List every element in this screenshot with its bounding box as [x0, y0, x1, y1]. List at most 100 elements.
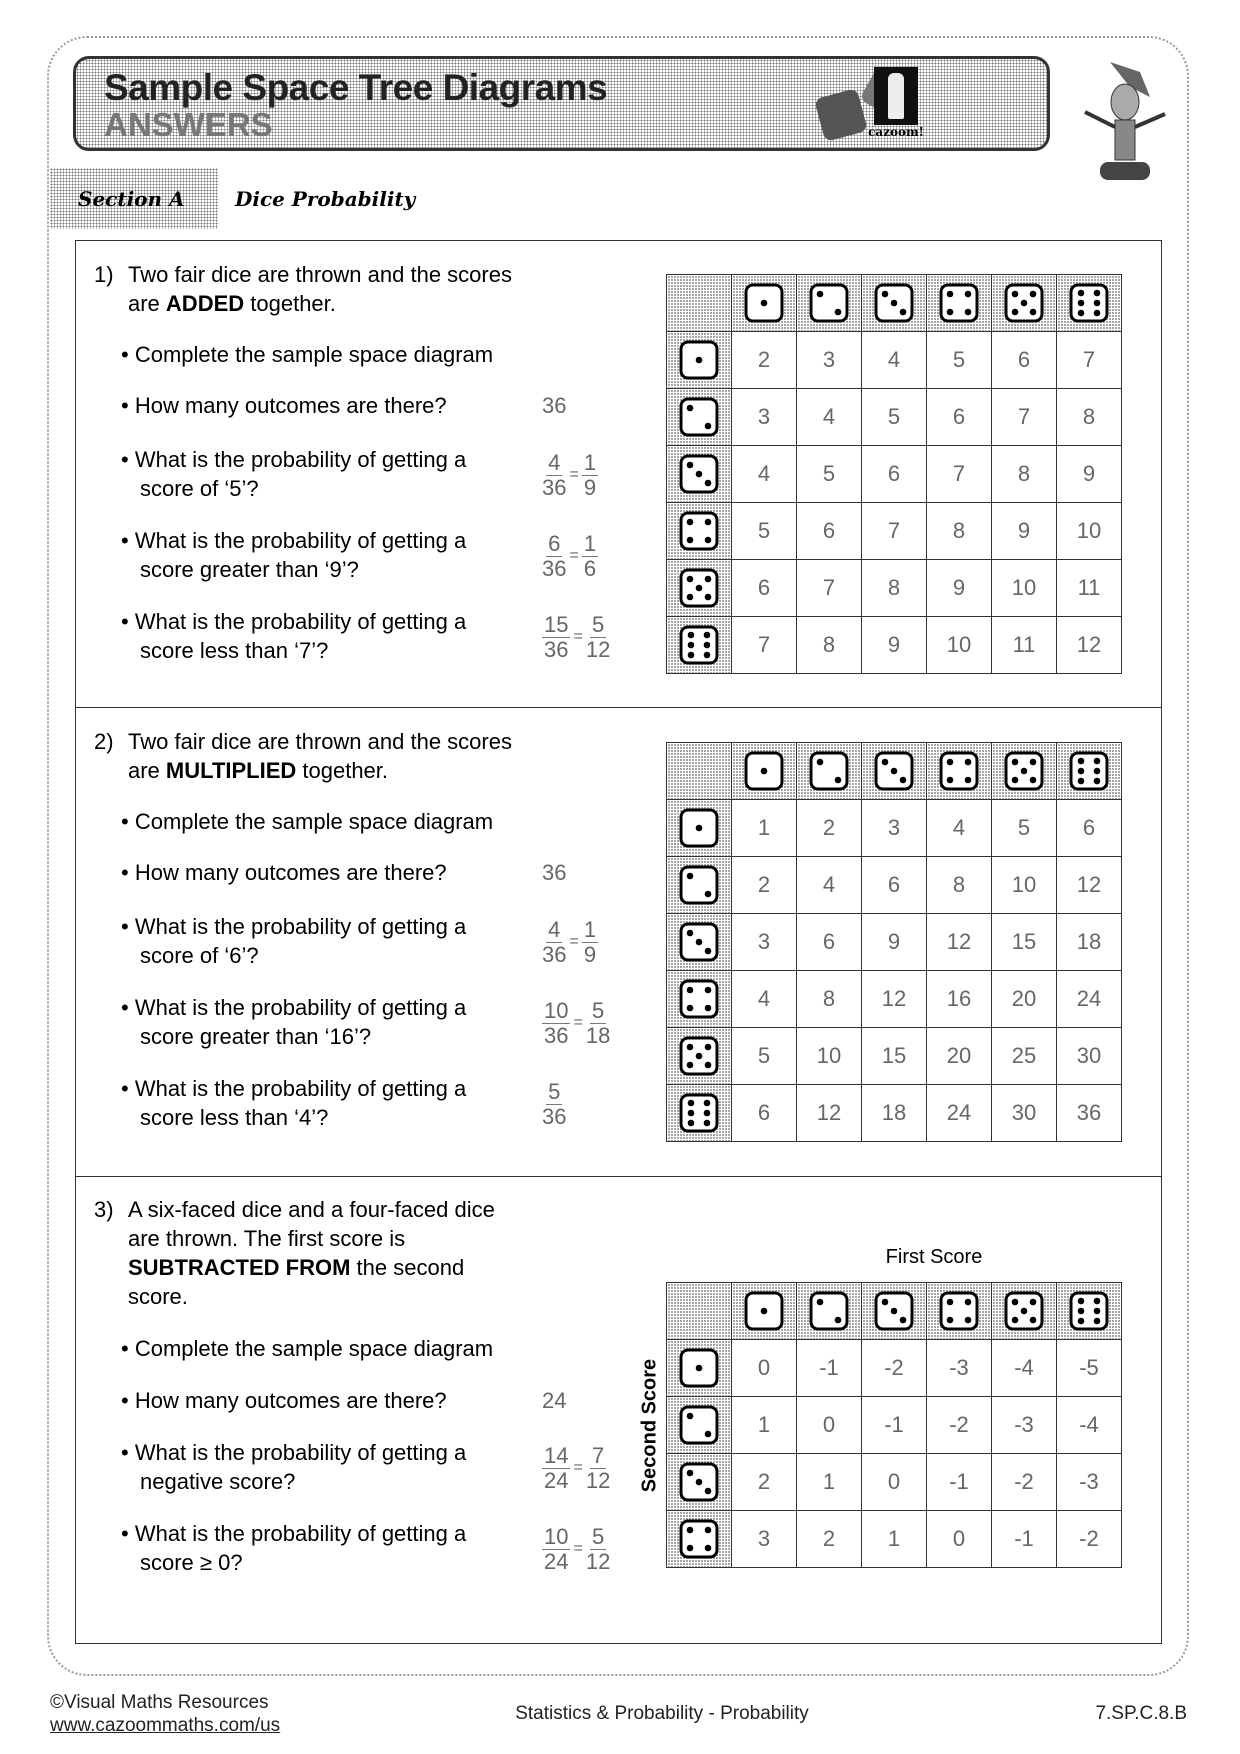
- table-cell: 7: [926, 445, 992, 503]
- column-header-cell: [926, 1282, 992, 1340]
- table-cell: 12: [861, 970, 927, 1028]
- table-cell: 5: [926, 331, 992, 389]
- question-text: 3) A six-faced dice and a four-faced dice…: [94, 1195, 514, 1315]
- table-row: 234567: [666, 331, 1122, 389]
- table-cell: -1: [861, 1396, 927, 1454]
- section-label: Section A: [78, 187, 185, 211]
- dice-face-5-icon: [1004, 751, 1044, 791]
- numerator: 1: [581, 530, 599, 557]
- table-row: 4 8 12 16 20 24: [666, 970, 1122, 1028]
- table-cell: 6: [861, 856, 927, 914]
- row-header-cell: [666, 616, 732, 674]
- bullet-item: • How many outcomes are there?: [121, 393, 447, 418]
- table-cell: 8: [796, 970, 862, 1028]
- table-cell: 4: [796, 856, 862, 914]
- table-cell: 4: [731, 445, 797, 503]
- row-header-cell: [666, 1396, 732, 1454]
- table-cell: 6: [731, 559, 797, 617]
- question-1: 1) Two fair dice are thrown and the score…: [94, 240, 1154, 700]
- dice-face-1-icon: [679, 808, 719, 848]
- table-cell: 6: [731, 1084, 797, 1142]
- fraction: 5 12: [585, 612, 611, 662]
- numerator: 4: [546, 916, 563, 943]
- row-header-cell: [666, 1027, 732, 1085]
- sample-space-table: 1 2 3 4 5 6 2 4 6 8 10 12 3 6 9 12 15 18 4 8 12 16 20 24 5 10 15 20…: [666, 742, 1122, 1142]
- corner-cell: [666, 742, 732, 800]
- equals-sign: =: [569, 466, 579, 483]
- question-body: Two fair dice are thrown and the scores …: [128, 727, 528, 785]
- table-cell: 7: [796, 559, 862, 617]
- table-cell: 5: [731, 502, 797, 560]
- denominator: 36: [542, 1103, 567, 1129]
- table-cell: 30: [991, 1084, 1057, 1142]
- equals-sign: =: [573, 1014, 583, 1031]
- column-header-cell: [991, 1282, 1057, 1340]
- dice-face-1-icon: [744, 283, 784, 323]
- table-cell: 1: [796, 1453, 862, 1511]
- fraction: 7 12: [585, 1442, 611, 1493]
- bullet-item: • What is the probability of getting a s…: [121, 447, 467, 501]
- table-cell: 6: [861, 445, 927, 503]
- denominator: 36: [542, 555, 567, 581]
- table-cell: 3: [861, 799, 927, 857]
- table-row: 456789: [666, 445, 1122, 503]
- dice-face-4-icon: [679, 979, 719, 1019]
- table-cell: 30: [1056, 1027, 1122, 1085]
- dice-face-3-icon: [874, 751, 914, 791]
- table-cell: 7: [991, 388, 1057, 446]
- table-cell: 8: [796, 616, 862, 674]
- column-header-cell: [796, 274, 862, 332]
- denominator: 12: [585, 636, 611, 662]
- bullet-item: • What is the probability of getting a s…: [121, 914, 467, 968]
- table-cell: 9: [1056, 445, 1122, 503]
- table-row: 123456: [666, 799, 1122, 857]
- bullet-item: • Complete the sample space diagram: [121, 809, 494, 834]
- dice-face-5-icon: [679, 568, 719, 608]
- table-cell: 12: [926, 913, 992, 971]
- table-cell: -1: [926, 1453, 992, 1511]
- denominator: 12: [585, 1467, 611, 1493]
- numerator: 1: [581, 916, 599, 943]
- table-cell: 8: [861, 559, 927, 617]
- fraction: 5 36: [542, 1079, 567, 1129]
- table-cell: 0: [926, 1510, 992, 1568]
- table-row: 0 -1 -2 -3 -4 -5: [666, 1339, 1122, 1397]
- column-header-cell: [991, 274, 1057, 332]
- table-cell: 24: [1056, 970, 1122, 1028]
- fraction: 10 24: [542, 1524, 571, 1574]
- table-cell: 18: [861, 1084, 927, 1142]
- numerator: 7: [589, 1442, 607, 1469]
- logo-text: cazoom!: [868, 125, 924, 139]
- equals-sign: =: [573, 628, 583, 645]
- dice-face-6-icon: [1069, 1291, 1109, 1331]
- bullet-item: • Complete the sample space diagram: [121, 342, 494, 367]
- table-cell: 2: [731, 1453, 797, 1511]
- dice-face-4-icon: [939, 751, 979, 791]
- fraction: 10 36: [542, 998, 571, 1048]
- table-cell: 5: [861, 388, 927, 446]
- answer: 36: [542, 391, 566, 420]
- title-banner: Sample Space Tree Diagrams ANSWERS cazoo…: [73, 56, 1050, 151]
- table-cell: -3: [926, 1339, 992, 1397]
- table-cell: 20: [926, 1027, 992, 1085]
- table-cell: 1: [731, 1396, 797, 1454]
- section-label-box: Section A: [50, 168, 218, 229]
- dice-face-3-icon: [679, 454, 719, 494]
- answer-value: 24: [542, 1387, 567, 1413]
- table-cell: 36: [1056, 1084, 1122, 1142]
- table-cell: -4: [991, 1339, 1057, 1397]
- equals-sign: =: [569, 933, 579, 950]
- table-cell: 7: [731, 616, 797, 674]
- answer: 4 36 = 1 9: [542, 916, 599, 967]
- text-segment: A six-faced dice and a four-faced dice a…: [128, 1197, 495, 1251]
- bullet-item: • What is the probability of getting a s…: [121, 1521, 467, 1575]
- dice-face-5-icon: [679, 1036, 719, 1076]
- table-cell: 3: [731, 1510, 797, 1568]
- table-cell: 7: [1056, 331, 1122, 389]
- table-cell: 10: [991, 559, 1057, 617]
- bullet-item: • How many outcomes are there?: [121, 860, 447, 885]
- dice-face-1-icon: [679, 1348, 719, 1388]
- fraction: 19: [581, 916, 599, 967]
- text-segment: together.: [244, 291, 336, 316]
- table-row: 3 2 1 0 -1 -2: [666, 1510, 1122, 1568]
